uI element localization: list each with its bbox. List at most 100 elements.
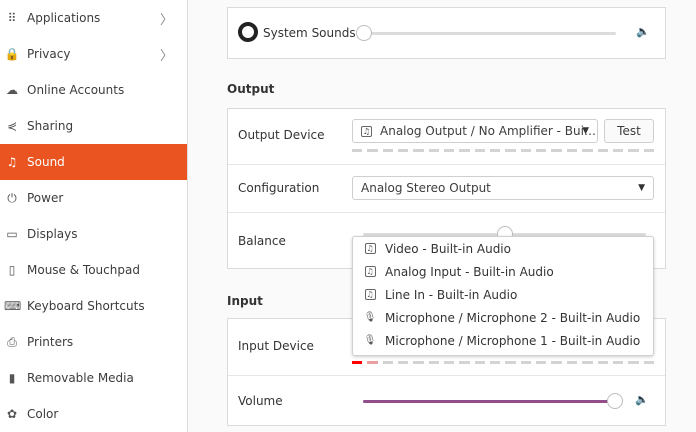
printer-icon: ⎙ (7, 334, 17, 349)
grid-icon: ⠿ (7, 11, 17, 25)
sidebar-item-label: Applications (27, 11, 101, 25)
meter-segment (367, 361, 378, 364)
input-heading: Input (227, 294, 263, 308)
sidebar-item-label: Displays (27, 227, 78, 241)
meter-segment (597, 361, 608, 364)
sidebar-item-displays[interactable]: ▭ Displays (0, 216, 187, 252)
meter-segment (398, 361, 409, 364)
slider-knob[interactable] (607, 393, 623, 409)
dropdown-arrow-icon: ▼ (582, 126, 589, 136)
sidebar-item-label: Color (27, 407, 59, 421)
meter-segment (352, 361, 363, 364)
system-sounds-label: System Sounds (263, 26, 356, 40)
meter-segment (398, 149, 409, 152)
popup-item[interactable]: 🎙 Microphone / Microphone 2 - Built-in Au… (353, 306, 653, 329)
sidebar-item-label: Power (27, 191, 64, 205)
output-device-dropdown[interactable]: ♫ Analog Output / No Amplifier - Bui… ▼ (352, 119, 598, 143)
output-device-row: Output Device ♫ Analog Output / No Ampli… (228, 109, 665, 164)
cloud-icon: ☁ (6, 83, 18, 97)
configuration-dropdown[interactable]: Analog Stereo Output ▼ (352, 176, 654, 200)
meter-segment (367, 149, 378, 152)
meter-segment (490, 149, 501, 152)
input-device-popup: ♫ Video - Built-in Audio ♫ Analog Input - B… (352, 236, 654, 356)
meter-segment (520, 361, 532, 364)
sidebar-item-label: Mouse & Touchpad (27, 263, 140, 277)
sidebar-item-label: Keyboard Shortcuts (27, 299, 145, 313)
meter-segment (428, 149, 440, 152)
meter-segment (612, 149, 624, 152)
meter-segment (459, 149, 470, 152)
sidebar-item-label: Online Accounts (27, 83, 125, 97)
sidebar-item-privacy[interactable]: 🔒 Privacy 〉 (0, 36, 187, 72)
input-level-meter (352, 361, 654, 364)
sidebar-item-label: Privacy (27, 47, 71, 61)
audio-card-icon: ♫ (364, 289, 376, 300)
system-sounds-slider[interactable] (356, 25, 616, 41)
sidebar-item-mouse-touchpad[interactable]: ▯ Mouse & Touchpad (0, 252, 187, 288)
meter-segment (520, 149, 532, 152)
sidebar-item-label: Sharing (27, 119, 74, 133)
meter-segment (352, 149, 363, 152)
configuration-value: Analog Stereo Output (361, 181, 491, 195)
output-heading: Output (227, 82, 275, 96)
chevron-right-icon: 〉 (159, 12, 173, 28)
audio-card-icon: ♫ (364, 243, 376, 254)
meter-segment (505, 361, 516, 364)
sidebar-item-online-accounts[interactable]: ☁ Online Accounts (0, 72, 187, 108)
microphone-icon: 🎙 (363, 335, 377, 346)
system-sounds-icon (238, 22, 258, 42)
sidebar-item-applications[interactable]: ⠿ Applications 〉 (0, 0, 187, 36)
popup-item[interactable]: ♫ Analog Input - Built-in Audio (353, 260, 653, 283)
meter-segment (474, 149, 486, 152)
speaker-icon: 🔈 (636, 25, 650, 38)
meter-segment (628, 149, 639, 152)
slider-knob[interactable] (356, 25, 372, 41)
sound-panel: System Sounds 🔈 Output Output Device ♫ A… (189, 0, 696, 432)
sidebar-item-printers[interactable]: ⎙ Printers (0, 324, 187, 360)
sidebar-item-sound[interactable]: ♫ Sound (0, 144, 187, 180)
popup-item[interactable]: 🎙 Microphone / Microphone 1 - Built-in Au… (353, 329, 653, 352)
volume-label: Volume (238, 394, 283, 408)
balance-label: Balance (238, 234, 286, 248)
speaker-icon: 🔈 (635, 393, 649, 406)
popup-item[interactable]: ♫ Line In - Built-in Audio (353, 283, 653, 306)
meter-segment (382, 149, 394, 152)
configuration-label: Configuration (238, 181, 320, 195)
configuration-row: Configuration Analog Stereo Output ▼ (228, 164, 665, 212)
meter-segment (628, 361, 639, 364)
popup-item-label: Microphone / Microphone 2 - Built-in Aud… (385, 310, 641, 325)
popup-item-label: Analog Input - Built-in Audio (385, 264, 554, 279)
keyboard-icon: ⌨ (4, 299, 22, 313)
popup-item-label: Video - Built-in Audio (385, 241, 511, 256)
media-icon: ▮ (8, 371, 16, 385)
output-device-label: Output Device (238, 128, 325, 142)
color-icon: ✿ (6, 407, 18, 421)
sidebar-item-keyboard-shortcuts[interactable]: ⌨ Keyboard Shortcuts (0, 288, 187, 324)
power-icon: ⏻ (7, 190, 17, 205)
meter-segment (536, 149, 547, 152)
meter-segment (413, 149, 424, 152)
sidebar-item-color[interactable]: ✿ Color (0, 396, 187, 432)
meter-segment (490, 361, 501, 364)
output-device-value: Analog Output / No Amplifier - Bui… (380, 124, 596, 138)
sidebar-item-removable-media[interactable]: ▮ Removable Media (0, 360, 187, 396)
meter-segment (444, 149, 455, 152)
meter-segment (643, 149, 654, 152)
meter-segment (612, 361, 624, 364)
meter-segment (382, 361, 394, 364)
popup-item[interactable]: ♫ Video - Built-in Audio (353, 237, 653, 260)
slider-fill (363, 400, 615, 403)
chevron-right-icon: 〉 (159, 48, 173, 64)
meter-segment (505, 149, 516, 152)
sidebar-item-power[interactable]: ⏻ Power (0, 180, 187, 216)
meter-segment (582, 361, 593, 364)
sidebar-item-label: Printers (27, 335, 74, 349)
lock-icon: 🔒 (4, 47, 20, 61)
meter-segment (474, 361, 486, 364)
input-volume-slider[interactable] (363, 393, 623, 409)
meter-segment (536, 361, 547, 364)
test-button[interactable]: Test (604, 119, 654, 143)
meter-segment (413, 361, 424, 364)
sidebar-item-label: Sound (27, 155, 65, 169)
sidebar-item-sharing[interactable]: ⋞ Sharing (0, 108, 187, 144)
